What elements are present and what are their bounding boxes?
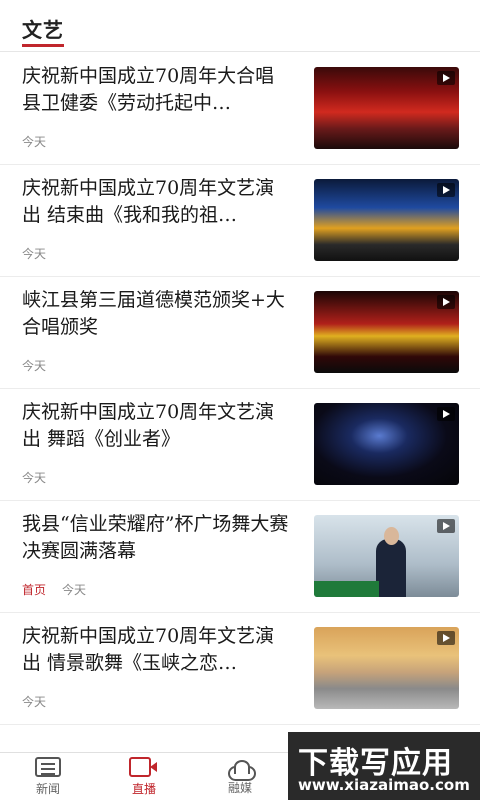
tab-label: 直播 bbox=[131, 782, 156, 796]
item-tag: 首页 bbox=[22, 583, 47, 597]
list-item[interactable]: 庆祝新中国成立70周年文艺演出 情景歌舞《玉峡之恋… 今天 bbox=[0, 613, 480, 725]
item-meta: 今天 bbox=[22, 245, 46, 262]
item-meta: 今天 bbox=[22, 133, 46, 150]
watermark-url: www.xiazaimao.com bbox=[298, 776, 470, 794]
item-meta: 今天 bbox=[22, 469, 46, 486]
tab-media[interactable]: 融媒 bbox=[200, 757, 280, 800]
item-meta: 今天 bbox=[22, 357, 46, 374]
item-time: 今天 bbox=[22, 695, 47, 709]
list-item[interactable]: 我县“信业荣耀府”杯广场舞大赛决赛圆满落幕 首页 今天 bbox=[0, 501, 480, 613]
play-icon bbox=[437, 295, 455, 309]
lower-third-banner bbox=[314, 581, 379, 597]
list-item[interactable]: 峡江县第三届道德模范颁奖+大合唱颁奖 今天 bbox=[0, 277, 480, 389]
play-icon bbox=[437, 71, 455, 85]
news-feed[interactable]: 庆祝新中国成立70周年大合唱 县卫健委《劳动托起中… 今天 庆祝新中国成立70周… bbox=[0, 53, 480, 753]
play-icon bbox=[437, 407, 455, 421]
video-thumbnail[interactable] bbox=[314, 179, 459, 261]
video-thumbnail[interactable] bbox=[314, 515, 459, 597]
tab-active-indicator bbox=[22, 44, 64, 47]
top-header: 文艺 bbox=[0, 0, 480, 52]
tab-live[interactable]: 直播 bbox=[104, 757, 184, 800]
list-item[interactable]: 庆祝新中国成立70周年文艺演出 舞蹈《创业者》 今天 bbox=[0, 389, 480, 501]
item-title: 我县“信业荣耀府”杯广场舞大赛决赛圆满落幕 bbox=[22, 513, 289, 562]
news-anchor-image bbox=[376, 527, 406, 597]
live-camera-icon bbox=[129, 757, 157, 777]
watermark-logo: 下载写应用 www.xiazaimao.com bbox=[288, 732, 480, 800]
video-thumbnail[interactable] bbox=[314, 627, 459, 709]
item-meta: 首页 今天 bbox=[22, 581, 86, 598]
tab-news[interactable]: 新闻 bbox=[8, 757, 88, 800]
item-title: 庆祝新中国成立70周年文艺演出 舞蹈《创业者》 bbox=[22, 401, 275, 450]
video-thumbnail[interactable] bbox=[314, 291, 459, 373]
play-icon bbox=[437, 183, 455, 197]
tab-wenyi[interactable]: 文艺 bbox=[22, 14, 64, 43]
news-icon bbox=[35, 757, 61, 777]
item-time: 今天 bbox=[22, 471, 47, 485]
item-time: 今天 bbox=[22, 359, 47, 373]
item-time: 今天 bbox=[62, 583, 87, 597]
video-thumbnail[interactable] bbox=[314, 67, 459, 149]
item-time: 今天 bbox=[22, 247, 47, 261]
cloud-icon bbox=[226, 760, 256, 781]
item-title: 庆祝新中国成立70周年文艺演出 结束曲《我和我的祖… bbox=[22, 177, 275, 226]
item-title: 庆祝新中国成立70周年大合唱 县卫健委《劳动托起中… bbox=[22, 65, 275, 114]
tab-label: 融媒 bbox=[227, 781, 252, 795]
video-thumbnail[interactable] bbox=[314, 403, 459, 485]
item-title: 庆祝新中国成立70周年文艺演出 情景歌舞《玉峡之恋… bbox=[22, 625, 275, 674]
play-icon bbox=[437, 519, 455, 533]
list-item[interactable]: 庆祝新中国成立70周年文艺演出 结束曲《我和我的祖… 今天 bbox=[0, 165, 480, 277]
list-item[interactable]: 庆祝新中国成立70周年大合唱 县卫健委《劳动托起中… 今天 bbox=[0, 53, 480, 165]
tab-label: 新闻 bbox=[35, 782, 60, 796]
item-time: 今天 bbox=[22, 135, 47, 149]
item-title: 峡江县第三届道德模范颁奖+大合唱颁奖 bbox=[22, 289, 285, 338]
item-meta: 今天 bbox=[22, 693, 46, 710]
play-icon bbox=[437, 631, 455, 645]
